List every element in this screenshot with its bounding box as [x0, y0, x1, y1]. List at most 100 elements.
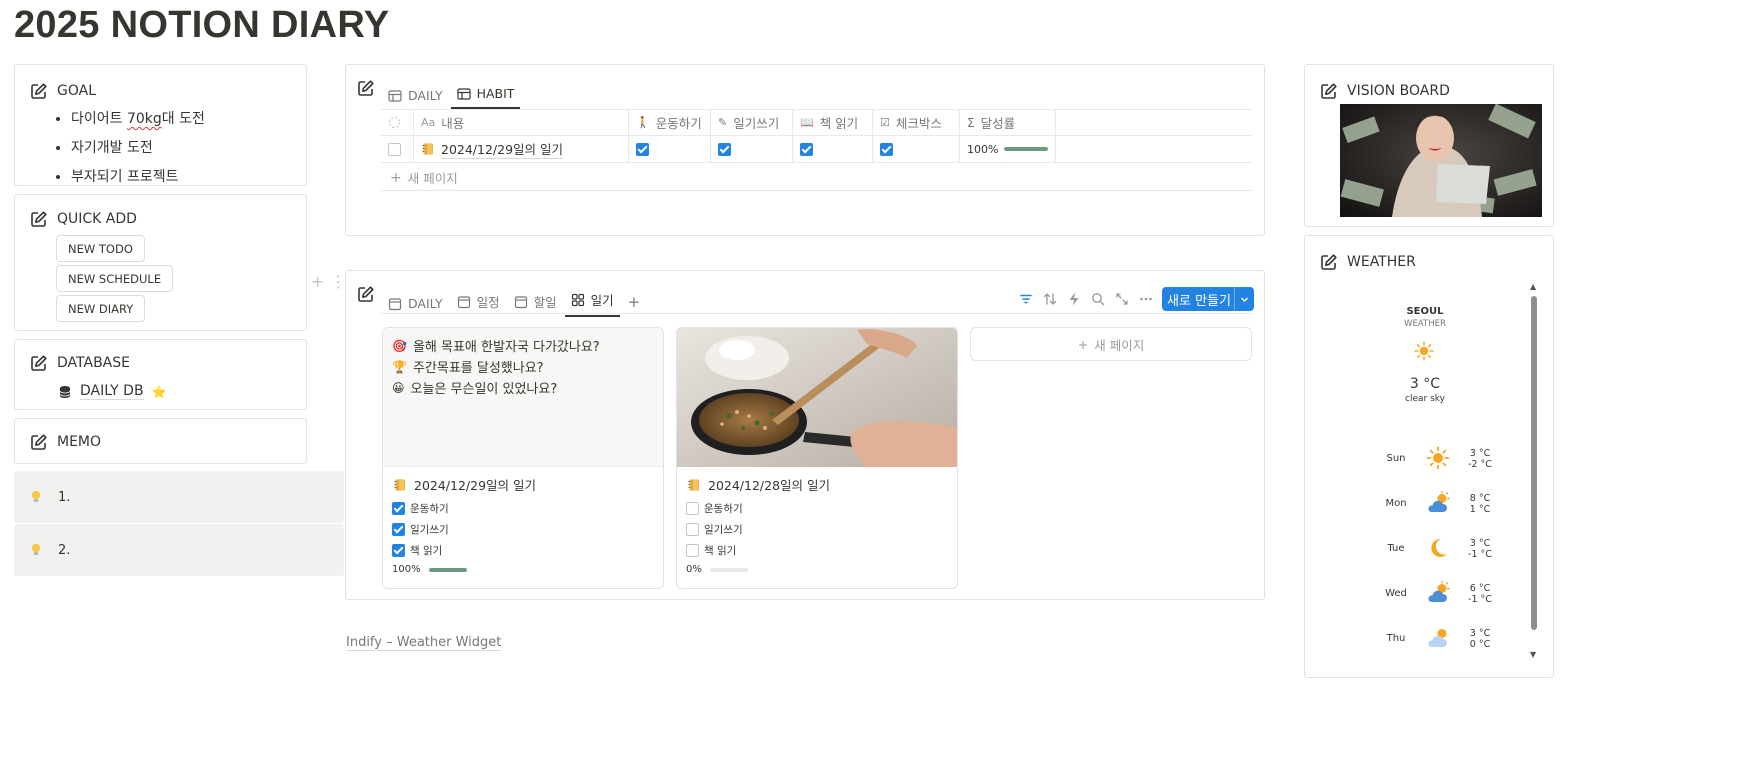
- card-title: 2024/12/28일의 일기: [687, 475, 830, 494]
- calendar-icon: [514, 295, 528, 309]
- question-line: 😀 오늘은 무슨일이 있었나요?: [392, 380, 558, 398]
- search-icon[interactable]: [1090, 291, 1106, 307]
- new-schedule-button[interactable]: NEW SCHEDULE: [56, 265, 174, 292]
- list-item: 다이어트 70kg대 도전: [71, 105, 205, 134]
- reading-checkbox[interactable]: [800, 142, 813, 156]
- table-header-row: Aa 내용 🚶 운동하기 ✎ 일기쓰기 📖 책 읽기 ☑ 체크박스 Σ 달성률: [381, 110, 1253, 136]
- goal-list: 다이어트 70kg대 도전 자기개발 도전 부자되기 프로젝트: [49, 105, 205, 192]
- vision-board-image: [1340, 104, 1542, 217]
- weather-widget-link[interactable]: Indify – Weather Widget: [346, 635, 502, 651]
- loading-icon: [388, 116, 401, 129]
- chevron-down-icon[interactable]: [1234, 287, 1254, 311]
- quick-add-block: QUICK ADD NEW TODO NEW SCHEDULE NEW DIAR…: [14, 194, 307, 331]
- target-icon: 🎯: [392, 338, 407, 353]
- checkbox-cell[interactable]: [880, 142, 893, 156]
- diary-checkbox[interactable]: [392, 523, 405, 536]
- calendar-icon: [388, 297, 402, 311]
- cloud-sun-icon: [1425, 580, 1451, 606]
- page-title: 2025 NOTION DIARY: [14, 4, 390, 46]
- moon-icon: [1425, 535, 1451, 561]
- scrollbar-thumb: [1531, 296, 1537, 630]
- filter-icon[interactable]: [1018, 291, 1034, 307]
- automation-icon[interactable]: [1066, 291, 1082, 307]
- sun-icon: [1413, 340, 1435, 362]
- question-line: 🏆 주간목표를 달성했나요?: [392, 359, 544, 377]
- callout-text: 1.: [58, 489, 71, 505]
- table-row[interactable]: 2024/12/29일의 일기 100%: [381, 136, 1253, 163]
- memo-callout[interactable]: 2.: [14, 524, 344, 576]
- expand-icon[interactable]: [1114, 291, 1130, 307]
- forecast-row: Wed 6 °C -1 °C: [1319, 580, 1531, 610]
- table-icon: [457, 87, 471, 101]
- weather-widget: SEOUL WEATHER 3 °C clear sky Sun 3 °C -2 …: [1319, 284, 1541, 670]
- star-icon: ⭐: [151, 384, 167, 399]
- reading-checkbox[interactable]: [392, 544, 405, 557]
- sort-icon[interactable]: [1042, 291, 1058, 307]
- new-page-card[interactable]: + 새 페이지: [970, 327, 1252, 361]
- gallery-card[interactable]: 2024/12/28일의 일기 운동하기 일기쓰기 책 읽기 0%: [676, 327, 958, 589]
- goal-title: GOAL: [57, 83, 96, 99]
- column-header-rate[interactable]: Σ 달성률: [960, 110, 1056, 135]
- edit-icon: [30, 82, 48, 100]
- diary-checkbox[interactable]: [686, 523, 699, 536]
- new-item-button[interactable]: 새로 만들기: [1162, 287, 1254, 311]
- trophy-icon: 🏆: [392, 359, 407, 374]
- database-block: DATABASE DAILY DB ⭐: [14, 339, 307, 410]
- new-diary-button[interactable]: NEW DIARY: [56, 295, 146, 322]
- forecast-row: Sun 3 °C -2 °C: [1319, 445, 1531, 475]
- checkbox-icon: ☑: [880, 116, 890, 129]
- scrollbar[interactable]: ▲ ▼: [1529, 282, 1539, 662]
- database-icon: [59, 385, 71, 398]
- list-item: 부자되기 프로젝트: [71, 163, 205, 192]
- card-progress: 0%: [686, 564, 748, 575]
- select-all-cell[interactable]: [381, 110, 414, 135]
- gallery-icon: [571, 293, 585, 307]
- column-header-reading[interactable]: 📖 책 읽기: [793, 110, 873, 135]
- forecast-row: Tue 3 °C -1 °C: [1319, 535, 1531, 565]
- daily-db-label: DAILY DB: [80, 383, 144, 400]
- habit-database-block: DAILY HABIT Aa 내용 🚶 운동하기 ✎ 일기쓰기 📖 책 읽기 ☑ 체크박스…: [345, 64, 1265, 236]
- forecast-row: Thu 3 °C 0 °C: [1319, 625, 1531, 655]
- column-header-checkbox[interactable]: ☑ 체크박스: [873, 110, 960, 135]
- add-block-icon[interactable]: +: [311, 272, 324, 291]
- exercise-checkbox[interactable]: [392, 502, 405, 515]
- tab-habit[interactable]: HABIT: [450, 86, 521, 109]
- lightbulb-icon: [31, 490, 41, 502]
- database-title: DATABASE: [57, 355, 130, 371]
- exercise-checkbox[interactable]: [686, 502, 699, 515]
- weather-title: WEATHER: [1347, 254, 1416, 270]
- gallery-card[interactable]: 🎯 올해 목표애 한발자국 다가갔나요? 🏆 주간목표를 달성했나요? 😀 오늘은 무…: [382, 327, 664, 589]
- weather-city: SEOUL: [1406, 306, 1444, 317]
- memo-callout[interactable]: 1.: [14, 471, 344, 523]
- reading-checkbox[interactable]: [686, 544, 699, 557]
- exercise-checkbox[interactable]: [636, 142, 649, 156]
- row-select-checkbox[interactable]: [388, 142, 401, 156]
- rate-progress-bar: [1004, 147, 1048, 151]
- column-header-exercise[interactable]: 🚶 운동하기: [629, 110, 711, 135]
- edit-small-icon: ✎: [718, 116, 728, 129]
- edit-icon: [30, 433, 48, 451]
- column-header-diary[interactable]: ✎ 일기쓰기: [711, 110, 793, 135]
- notebook-icon: [393, 478, 407, 492]
- plus-icon: +: [627, 293, 641, 311]
- callout-text: 2.: [58, 542, 71, 558]
- plus-icon: +: [1077, 336, 1089, 352]
- row-title-cell[interactable]: 2024/12/29일의 일기: [414, 136, 629, 162]
- diary-checkbox[interactable]: [718, 142, 731, 156]
- smile-icon: 😀: [392, 380, 405, 395]
- more-icon[interactable]: [1138, 291, 1154, 307]
- column-header-title[interactable]: Aa 내용: [414, 110, 629, 135]
- edit-icon: [357, 285, 375, 303]
- daily-db-link[interactable]: DAILY DB ⭐: [58, 383, 167, 400]
- memo-block: MEMO: [14, 418, 307, 464]
- forecast-row: Mon 8 °C 1 °C: [1319, 490, 1531, 520]
- scroll-down-icon: ▼: [1530, 650, 1537, 659]
- vision-board-block: VISION BOARD: [1304, 64, 1554, 227]
- tab-daily[interactable]: DAILY: [382, 88, 449, 109]
- list-item: 자기개발 도전: [71, 134, 205, 163]
- person-icon: 🚶: [636, 116, 650, 129]
- new-page-button[interactable]: + 새 페이지: [390, 168, 458, 187]
- table-icon: [388, 89, 402, 103]
- new-todo-button[interactable]: NEW TODO: [56, 235, 145, 262]
- light-cloud-sun-icon: [1425, 625, 1451, 651]
